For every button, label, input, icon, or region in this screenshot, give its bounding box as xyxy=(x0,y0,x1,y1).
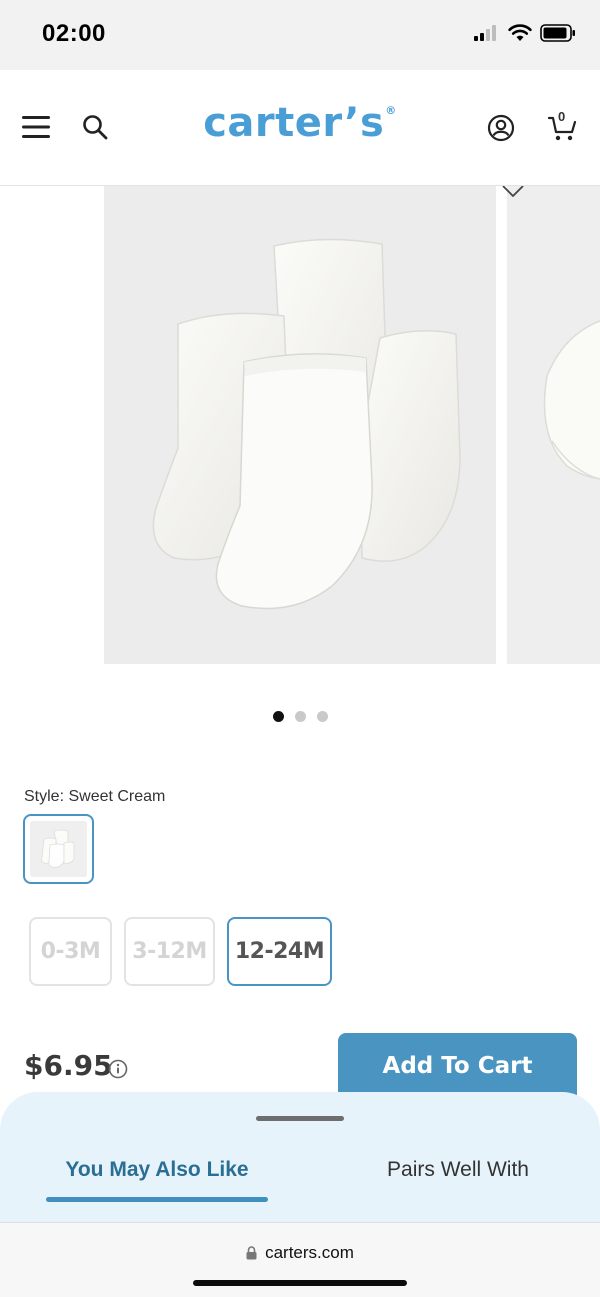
price-info-button[interactable] xyxy=(108,1059,128,1084)
browser-address-bar: carters.com xyxy=(0,1222,600,1297)
pagination-dot[interactable] xyxy=(294,711,306,722)
size-option-12-24m[interactable]: 12-24M xyxy=(227,917,332,986)
pagination-dot[interactable] xyxy=(316,711,328,722)
account-icon xyxy=(487,114,515,142)
product-gallery[interactable] xyxy=(0,186,600,666)
product-image-socks[interactable] xyxy=(104,186,496,664)
next-image-preview xyxy=(507,186,600,664)
cellular-signal-icon xyxy=(474,25,496,41)
status-icons xyxy=(474,24,576,42)
cart-button[interactable]: 0 xyxy=(546,109,578,144)
product-price: $6.95 xyxy=(24,1049,113,1082)
tab-you-may-also-like[interactable]: You May Also Like xyxy=(46,1158,268,1182)
lock-icon xyxy=(246,1246,257,1260)
style-label: Style: Sweet Cream xyxy=(24,788,166,805)
size-option-0-3m[interactable]: 0-3M xyxy=(29,917,112,986)
size-selector: 0-3M 3-12M 12-24M xyxy=(29,917,332,986)
wifi-icon xyxy=(508,24,532,41)
status-bar: 02:00 xyxy=(0,0,600,70)
recommendations-sheet: You May Also Like Pairs Well With xyxy=(0,1092,600,1227)
tab-pairs-well-with[interactable]: Pairs Well With xyxy=(340,1158,576,1182)
gallery-pagination xyxy=(0,711,600,722)
heart-icon xyxy=(502,186,524,197)
logo-text: carter’s xyxy=(203,100,385,146)
info-icon xyxy=(108,1059,128,1079)
size-option-3-12m[interactable]: 3-12M xyxy=(124,917,215,986)
battery-icon xyxy=(540,24,575,42)
socks-image xyxy=(104,186,496,664)
site-header: carter’s® 0 xyxy=(0,70,600,186)
sheet-drag-handle[interactable] xyxy=(256,1116,344,1121)
swatch-thumbnail xyxy=(30,821,87,877)
home-indicator[interactable] xyxy=(193,1280,407,1286)
favorite-button[interactable] xyxy=(496,186,530,198)
active-tab-indicator xyxy=(46,1197,268,1202)
style-swatch-sweet-cream[interactable] xyxy=(23,814,94,884)
registered-mark: ® xyxy=(385,104,397,117)
url-text: carters.com xyxy=(265,1243,354,1262)
pagination-dot-active[interactable] xyxy=(272,711,284,722)
status-time: 02:00 xyxy=(42,20,106,47)
cart-count: 0 xyxy=(558,109,566,124)
product-image-next[interactable] xyxy=(507,186,600,664)
url-field[interactable]: carters.com xyxy=(0,1243,600,1263)
account-button[interactable] xyxy=(486,113,516,143)
